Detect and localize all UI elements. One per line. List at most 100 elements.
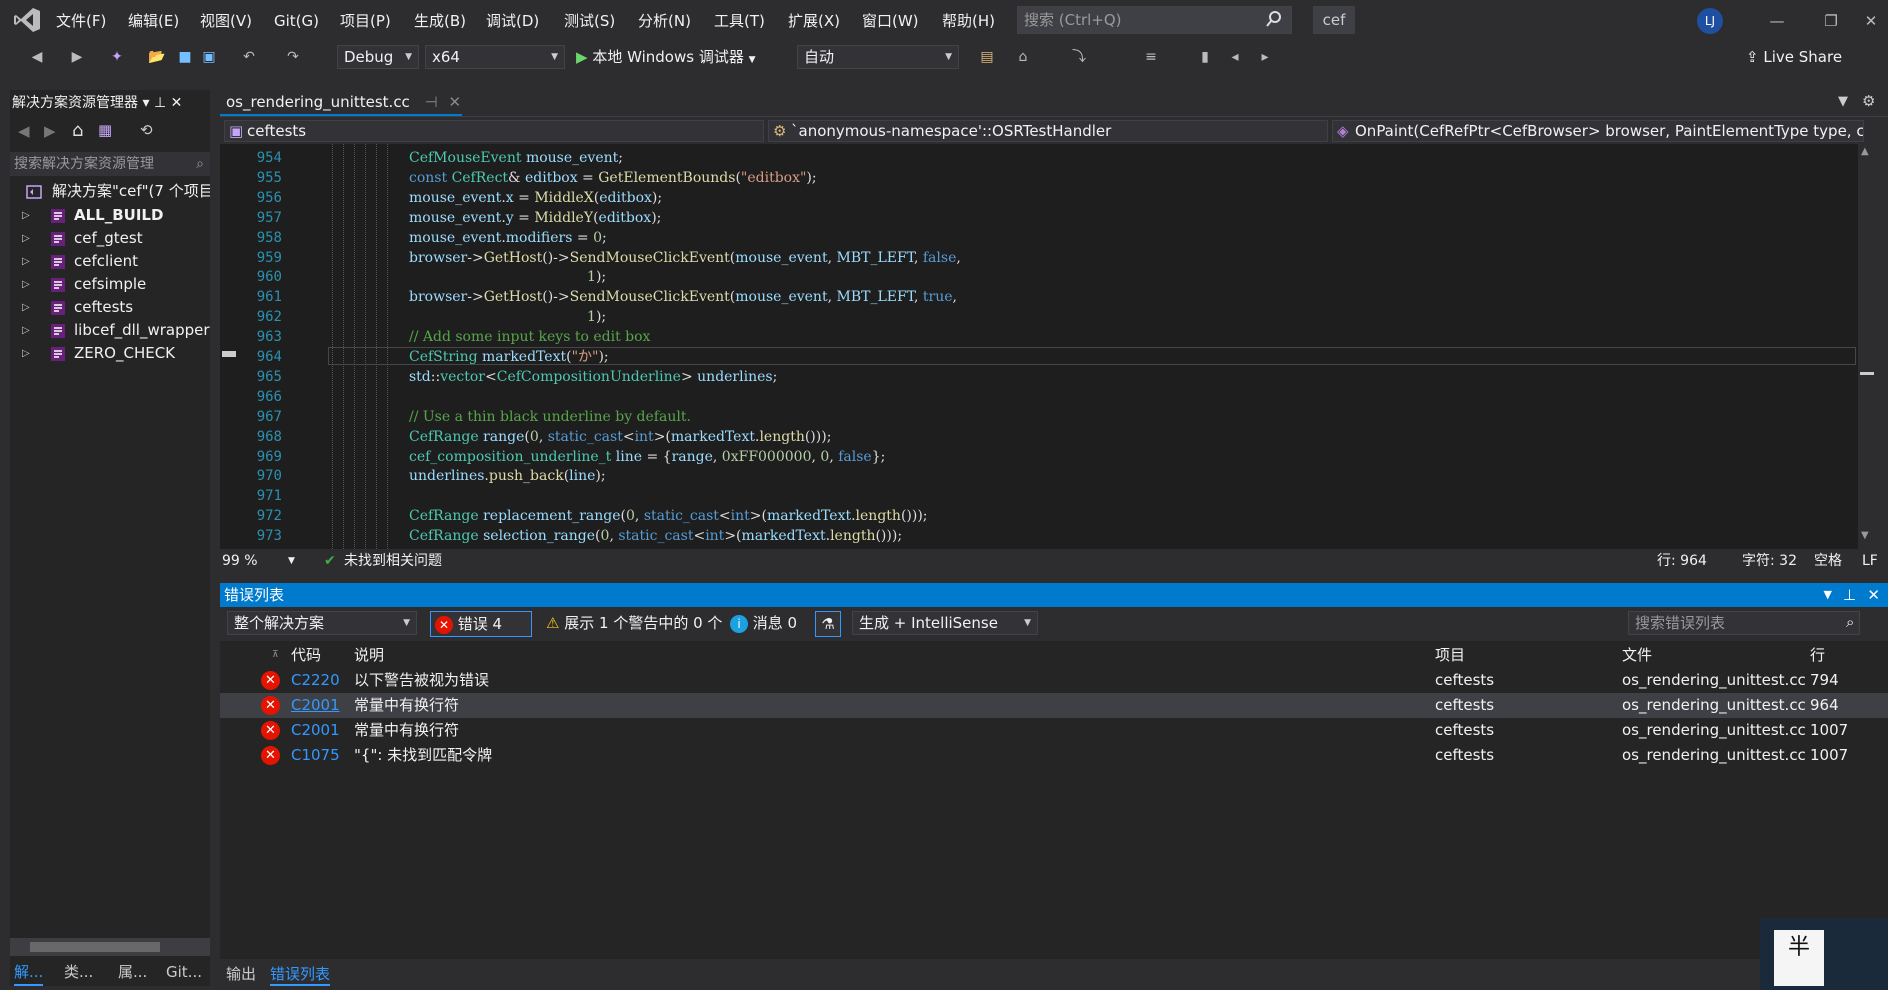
tree-item[interactable]: ▷ cef_gtest xyxy=(10,227,210,250)
pin-icon[interactable]: ⊥ xyxy=(154,95,166,111)
start-debugging-button[interactable]: ▶ 本地 Windows 调试器 ▼ xyxy=(576,46,756,68)
menu-item-5[interactable]: 生成(B) xyxy=(410,10,470,32)
dropdown-icon[interactable]: ▼ xyxy=(1824,583,1832,607)
tree-item[interactable]: ▷ ceftests xyxy=(10,296,210,319)
next-bookmark-icon[interactable]: ▸ xyxy=(1254,46,1276,68)
expand-arrow-icon[interactable]: ▷ xyxy=(22,319,30,342)
solution-root[interactable]: 解决方案"cef"(7 个项目 xyxy=(10,180,210,203)
forward-icon[interactable]: ▶ xyxy=(44,122,56,140)
eol-indicator[interactable]: LF xyxy=(1862,549,1878,573)
document-tab[interactable]: os_rendering_unittest.cc ⊣ ✕ xyxy=(220,90,462,116)
tree-item[interactable]: ▷ cefsimple xyxy=(10,273,210,296)
menu-item-6[interactable]: 调试(D) xyxy=(482,10,543,32)
error-row[interactable]: ✕ C2220 以下警告被视为错误 ceftests os_rendering_… xyxy=(220,668,1888,693)
messages-filter-button[interactable]: i 消息 0 xyxy=(726,611,797,637)
whitespace-indicator[interactable]: 空格 xyxy=(1814,549,1842,573)
close-button[interactable]: ✕ xyxy=(1856,8,1886,34)
menu-item-10[interactable]: 扩展(X) xyxy=(784,10,844,32)
class-nav-select[interactable]: ⚙ `anonymous-namespace'::OSRTestHandler xyxy=(768,120,1328,142)
open-folder-icon[interactable]: 📂 xyxy=(146,46,168,68)
error-code-link[interactable]: C2220 xyxy=(291,668,340,693)
history-icon[interactable]: ⟲ xyxy=(140,121,153,139)
solution-search-input[interactable]: 搜索解决方案资源管理 ⌕ xyxy=(10,152,210,176)
error-row[interactable]: ✕ C2001 常量中有换行符 ceftests os_rendering_un… xyxy=(220,718,1888,743)
error-code-link[interactable]: C2001 xyxy=(291,693,340,718)
issues-status[interactable]: 未找到相关问题 xyxy=(344,549,442,573)
column-header-project[interactable]: 项目 xyxy=(1435,644,1465,666)
restore-button[interactable]: ❐ xyxy=(1816,8,1846,34)
tree-item[interactable]: ▷ cefclient xyxy=(10,250,210,273)
new-project-icon[interactable]: ✦ xyxy=(106,46,128,68)
error-list-search[interactable]: 搜索错误列表 xyxy=(1628,611,1860,635)
menu-item-3[interactable]: Git(G) xyxy=(270,10,323,32)
folder-icon[interactable]: ▤ xyxy=(976,46,998,68)
ime-indicator[interactable]: 半 xyxy=(1760,918,1888,990)
expand-arrow-icon[interactable]: ▷ xyxy=(22,273,30,296)
close-panel-icon[interactable]: ✕ xyxy=(171,95,183,111)
menu-item-11[interactable]: 窗口(W) xyxy=(858,10,923,32)
scope-select[interactable]: 整个解决方案 ▼ xyxy=(227,611,417,635)
close-panel-icon[interactable]: ✕ xyxy=(1867,583,1880,607)
zoom-dropdown-icon[interactable]: ▼ xyxy=(288,549,295,573)
project-nav-select[interactable]: ▣ ceftests xyxy=(224,120,764,142)
column-header-line[interactable]: 行 xyxy=(1810,644,1825,666)
warnings-filter-button[interactable]: ⚠ 展示 1 个警告中的 0 个 xyxy=(542,611,722,637)
member-nav-select[interactable]: ◈ OnPaint(CefRefPtr<CefBrowser> browser, … xyxy=(1332,120,1864,142)
error-row[interactable]: ✕ C2001 常量中有换行符 ceftests os_rendering_un… xyxy=(220,693,1888,718)
menu-item-12[interactable]: 帮助(H) xyxy=(938,10,999,32)
indent-icon[interactable]: ≡ xyxy=(1140,46,1162,68)
menu-item-1[interactable]: 编辑(E) xyxy=(124,10,183,32)
pin-icon[interactable]: ⊥ xyxy=(1843,583,1856,607)
solution-name-badge[interactable]: cef xyxy=(1313,6,1355,34)
column-header-code[interactable]: 代码 xyxy=(291,644,321,666)
save-all-icon[interactable]: ▣ xyxy=(198,46,220,68)
error-code-link[interactable]: C1075 xyxy=(291,743,340,768)
expand-arrow-icon[interactable]: ▷ xyxy=(22,204,30,227)
home-icon[interactable]: ⌂ xyxy=(1012,46,1034,68)
minimize-button[interactable]: — xyxy=(1762,8,1792,34)
pin-icon[interactable]: ⊣ xyxy=(425,93,438,111)
expand-arrow-icon[interactable]: ▷ xyxy=(22,342,30,365)
menu-item-4[interactable]: 项目(P) xyxy=(336,10,395,32)
switch-view-icon[interactable]: ▦ xyxy=(98,121,112,139)
menu-item-7[interactable]: 测试(S) xyxy=(560,10,619,32)
forward-icon[interactable]: ▶ xyxy=(66,46,88,68)
zoom-select[interactable]: 99 % xyxy=(222,549,258,573)
menu-item-0[interactable]: 文件(F) xyxy=(52,10,110,32)
tab-class-view[interactable]: 类... xyxy=(64,958,93,986)
tab-error-list[interactable]: 错误列表 xyxy=(270,962,331,986)
horizontal-scrollbar[interactable] xyxy=(10,938,210,956)
error-code-link[interactable]: C2001 xyxy=(291,718,340,743)
errors-filter-button[interactable]: ✕ 错误 4 xyxy=(430,611,532,637)
settings-icon[interactable]: ⚙ xyxy=(1862,92,1875,110)
filter-icon[interactable]: ⚗ xyxy=(815,611,841,637)
tab-dropdown-icon[interactable]: ▼ xyxy=(1838,94,1848,109)
tab-solution-explorer[interactable]: 解... xyxy=(14,958,44,986)
bookmark-icon[interactable]: ▮ xyxy=(1194,46,1216,68)
tab-properties[interactable]: 属... xyxy=(118,958,147,986)
save-icon[interactable]: ■ xyxy=(174,46,196,68)
undo-icon[interactable]: ↶ xyxy=(238,46,260,68)
menu-item-8[interactable]: 分析(N) xyxy=(634,10,695,32)
tab-git[interactable]: Git... xyxy=(166,958,202,986)
tab-output[interactable]: 输出 xyxy=(226,962,256,986)
back-icon[interactable]: ◀ xyxy=(26,46,48,68)
tree-item[interactable]: ▷ libcef_dll_wrapper xyxy=(10,319,210,342)
tree-item[interactable]: ▷ ZERO_CHECK xyxy=(10,342,210,365)
redo-icon[interactable]: ↷ xyxy=(282,46,304,68)
expand-arrow-icon[interactable]: ▷ xyxy=(22,296,30,319)
auto-select[interactable]: 自动 ▼ xyxy=(797,45,959,69)
build-intellisense-select[interactable]: 生成 + IntelliSense ▼ xyxy=(852,611,1038,635)
vertical-scrollbar[interactable]: ▲ ▼ xyxy=(1858,144,1876,549)
error-row[interactable]: ✕ C1075 "{": 未找到匹配令牌 ceftests os_renderi… xyxy=(220,743,1888,768)
column-header-file[interactable]: 文件 xyxy=(1622,644,1652,666)
expand-arrow-icon[interactable]: ▷ xyxy=(22,250,30,273)
expand-arrow-icon[interactable]: ▷ xyxy=(22,227,30,250)
search-input[interactable]: 搜索 (Ctrl+Q) xyxy=(1017,6,1292,34)
step-icon[interactable]: ⤵ xyxy=(1068,46,1090,68)
configuration-select[interactable]: Debug ▼ xyxy=(337,45,419,69)
live-share-button[interactable]: ⇪ Live Share xyxy=(1746,46,1842,68)
column-header-description[interactable]: 说明 xyxy=(354,644,384,666)
home-icon[interactable]: ⌂ xyxy=(72,120,83,141)
menu-item-2[interactable]: 视图(V) xyxy=(196,10,256,32)
